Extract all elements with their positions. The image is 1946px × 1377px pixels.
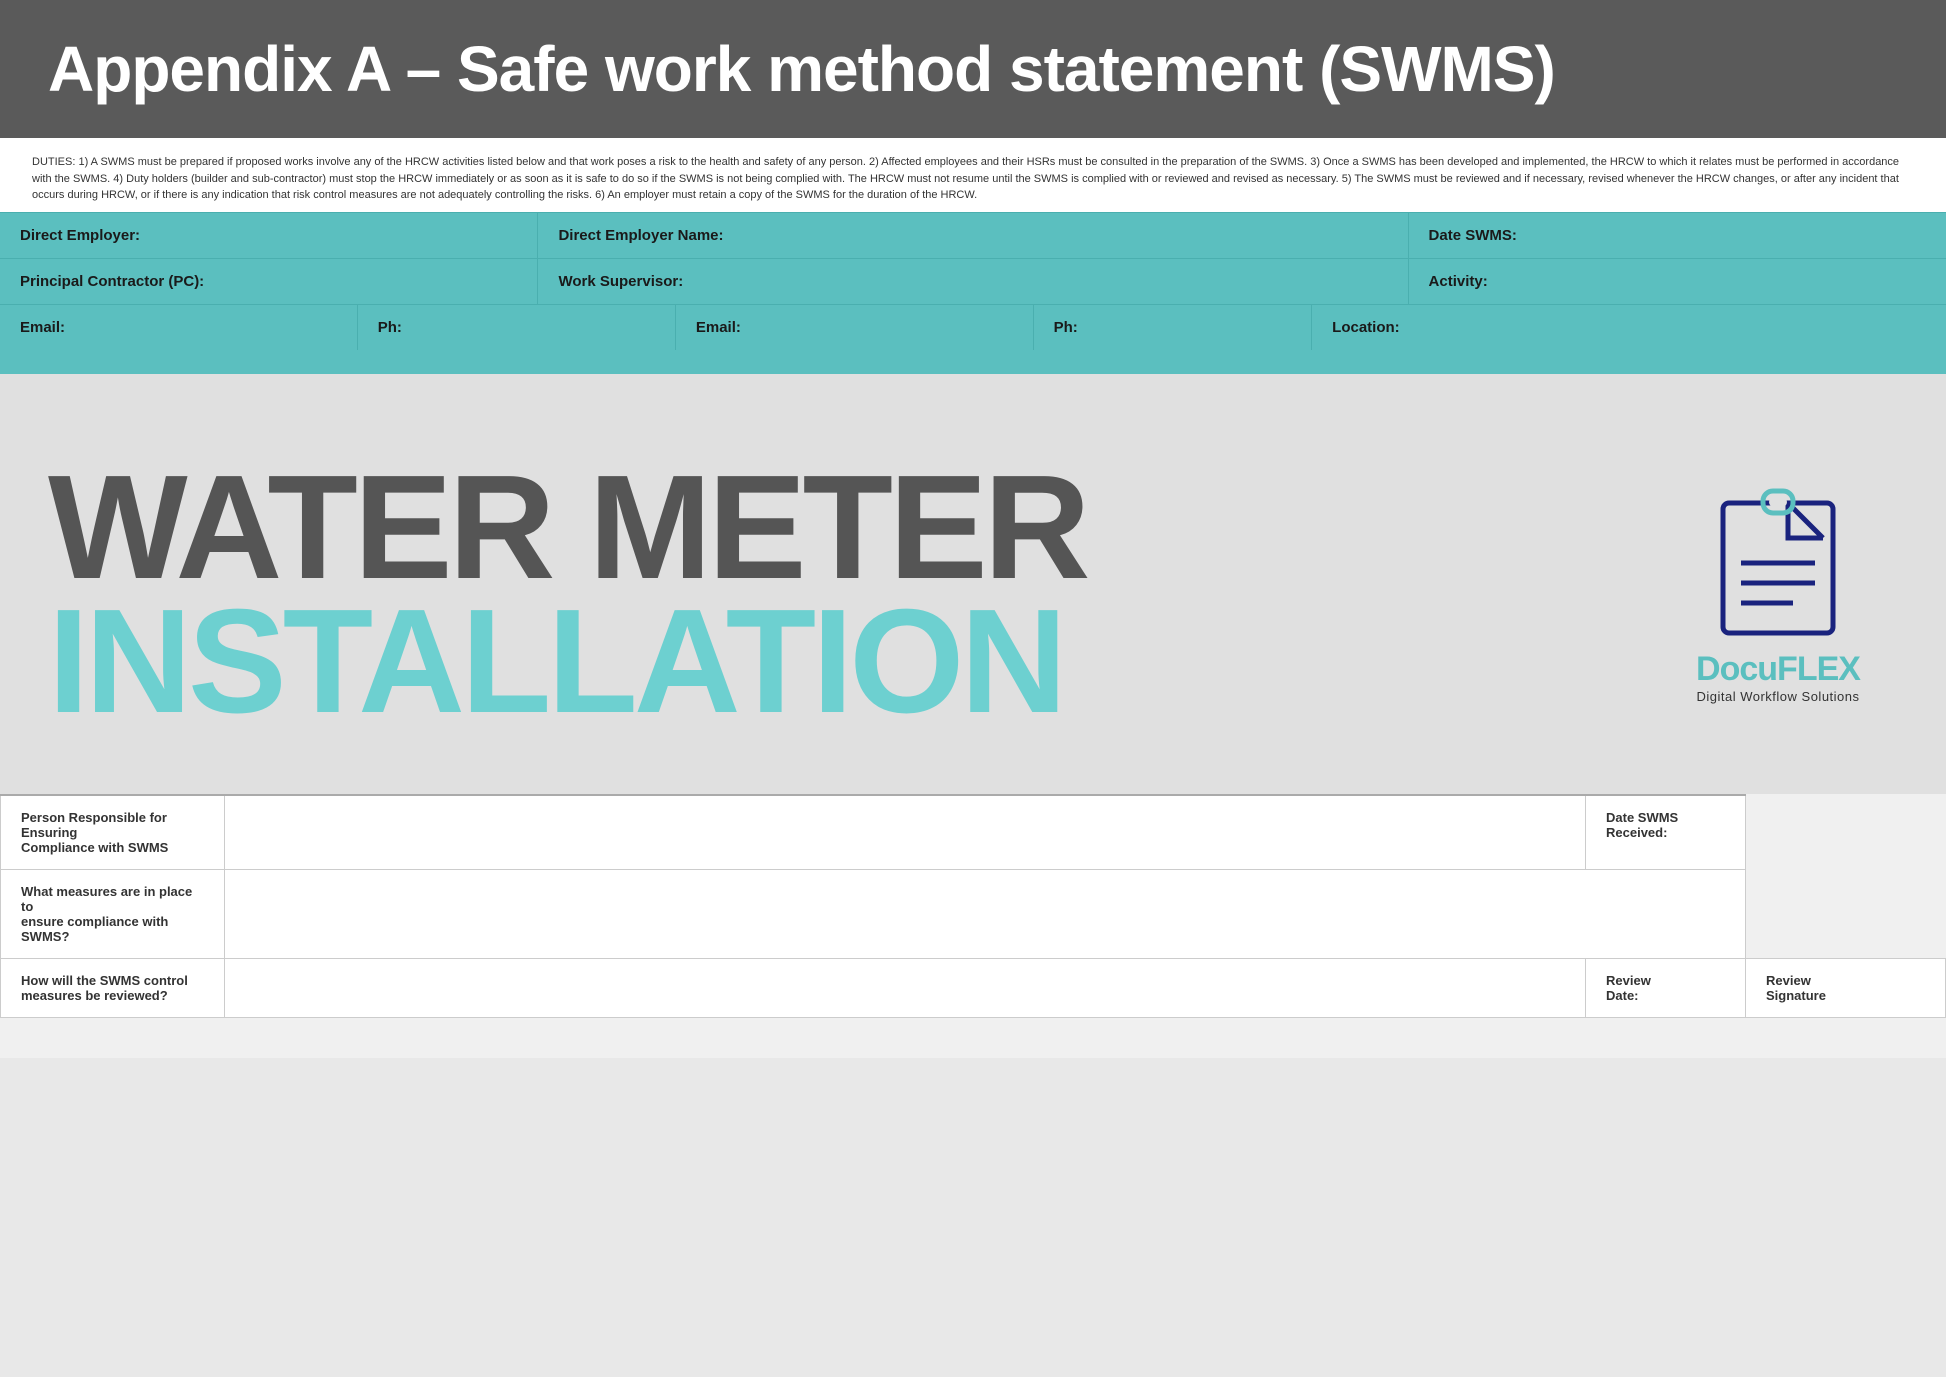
measures-label: What measures are in place to ensure com…: [1, 869, 225, 958]
location-label: Location:: [1332, 319, 1926, 336]
email2-label: Email:: [696, 319, 1013, 336]
bottom-row-3: How will the SWMS control measures be re…: [1, 958, 1946, 1017]
installation-title: INSTALLATION: [48, 592, 1618, 733]
page-title: Appendix A – Safe work method statement …: [48, 32, 1898, 106]
review-value: [224, 958, 1586, 1017]
ph1-label: Ph:: [378, 319, 655, 336]
employer-form-section: Direct Employer: Direct Employer Name: D…: [0, 212, 1946, 374]
duties-text: DUTIES: 1) A SWMS must be prepared if pr…: [32, 154, 1914, 204]
date-swms-label: Date SWMS:: [1429, 227, 1926, 244]
activity-label: Activity:: [1429, 273, 1926, 290]
person-responsible-label: Person Responsible for Ensuring Complian…: [1, 795, 225, 870]
date-swms-cell: Date SWMS:: [1409, 213, 1946, 258]
brand-tagline: Digital Workflow Solutions: [1696, 689, 1860, 704]
work-supervisor-label: Work Supervisor:: [558, 273, 1387, 290]
activity-cell: Activity:: [1409, 259, 1946, 304]
bottom-row-2: What measures are in place to ensure com…: [1, 869, 1946, 958]
bottom-row-1: Person Responsible for Ensuring Complian…: [1, 795, 1946, 870]
bottom-table: Person Responsible for Ensuring Complian…: [0, 794, 1946, 1018]
logo-section: DocuFLEX Digital Workflow Solutions: [1658, 483, 1898, 704]
duties-section: DUTIES: 1) A SWMS must be prepared if pr…: [0, 138, 1946, 212]
brand-name-part2: FLEX: [1777, 650, 1860, 688]
measures-value: [224, 869, 1746, 958]
title-group: WATER METER INSTALLATION: [48, 454, 1618, 733]
principal-contractor-label: Principal Contractor (PC):: [20, 273, 517, 290]
page-header: Appendix A – Safe work method statement …: [0, 0, 1946, 138]
direct-employer-label: Direct Employer:: [20, 227, 517, 244]
direct-employer-name-label: Direct Employer Name:: [558, 227, 1387, 244]
work-supervisor-cell: Work Supervisor:: [538, 259, 1408, 304]
form-row-3: Email: Ph: Email: Ph: Location:: [0, 304, 1946, 350]
brand-name-part1: Docu: [1696, 650, 1777, 688]
location-cell: Location:: [1312, 305, 1946, 350]
form-row-1: Direct Employer: Direct Employer Name: D…: [0, 212, 1946, 258]
principal-contractor-cell: Principal Contractor (PC):: [0, 259, 538, 304]
direct-employer-cell: Direct Employer:: [0, 213, 538, 258]
form-row-2: Principal Contractor (PC): Work Supervis…: [0, 258, 1946, 304]
bottom-section: Person Responsible for Ensuring Complian…: [0, 794, 1946, 1058]
review-signature-label: Review Signature: [1746, 958, 1946, 1017]
person-responsible-value: [224, 795, 1586, 870]
ph2-cell: Ph:: [1034, 305, 1313, 350]
ph2-label: Ph:: [1054, 319, 1292, 336]
review-date-label: Review Date:: [1586, 958, 1746, 1017]
document-icon: [1713, 483, 1843, 638]
direct-employer-name-cell: Direct Employer Name:: [538, 213, 1408, 258]
brand: DocuFLEX Digital Workflow Solutions: [1696, 650, 1860, 704]
review-label: How will the SWMS control measures be re…: [1, 958, 225, 1017]
brand-name: DocuFLEX: [1696, 650, 1860, 689]
visual-section: WATER METER INSTALLATION DocuFLEX Digita…: [0, 374, 1946, 794]
email2-cell: Email:: [676, 305, 1034, 350]
date-swms-received-label: Date SWMS Received:: [1586, 795, 1746, 870]
ph1-cell: Ph:: [358, 305, 676, 350]
email1-cell: Email:: [0, 305, 358, 350]
email1-label: Email:: [20, 319, 337, 336]
